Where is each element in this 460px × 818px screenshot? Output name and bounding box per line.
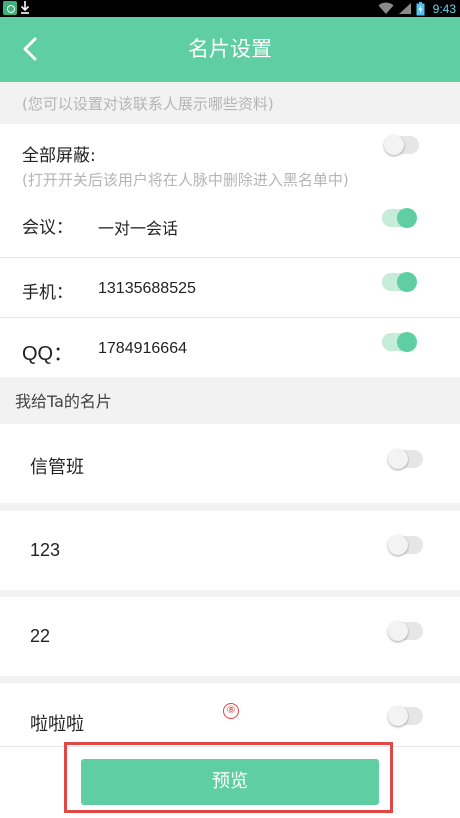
block-all-switch[interactable] [384,135,419,155]
annotation-marker: ⑧ [223,703,239,719]
card-row[interactable]: 123 [0,511,460,590]
phone-value: 13135688525 [98,280,196,297]
preview-button[interactable]: 预览 [81,759,379,805]
card-switch[interactable] [388,535,423,555]
divider [0,746,460,747]
signal-icon [398,3,411,14]
card-label: 22 [30,626,51,646]
page-title: 名片设置 [188,38,272,61]
card-label: 啦啦啦 [30,714,84,734]
qq-value: 1784916664 [98,340,187,357]
card-switch[interactable] [388,621,423,641]
block-all-label: 全部屏蔽: [22,146,96,166]
wifi-icon [378,2,394,14]
status-bar: 9:43 [0,0,460,17]
battery-icon [416,1,425,15]
phone-row: 手机： 13135688525 [0,258,460,317]
qq-label: QQ： [22,343,74,365]
qq-switch[interactable] [382,332,417,352]
card-switch[interactable] [388,706,423,726]
privacy-hint: (您可以设置对该联系人展示哪些资料) [22,95,274,113]
phone-label: 手机： [22,283,73,303]
meeting-value: 一对一会话 [98,221,179,238]
card-switch[interactable] [388,449,423,469]
title-bar: 名片设置 [0,17,460,82]
app-icon [3,1,17,15]
card-row[interactable]: 信管班 [0,424,460,503]
meeting-row: 会议： 一对一会话 [0,198,460,257]
block-all-hint: (打开开关后该用户将在人脉中删除进入黑名单中) [22,171,349,189]
card-label: 123 [30,540,61,560]
cards-section-title: 我给Ta的名片 [15,392,112,411]
clock: 9:43 [432,1,456,16]
back-button[interactable] [10,29,50,69]
meeting-switch[interactable] [382,208,417,228]
download-icon [20,1,30,14]
card-row[interactable]: 22 [0,597,460,676]
card-label: 信管班 [30,457,84,477]
chevron-left-icon [23,37,37,61]
block-all-row: 全部屏蔽: (打开开关后该用户将在人脉中删除进入黑名单中) [0,124,460,198]
phone-switch[interactable] [382,272,417,292]
meeting-label: 会议： [22,218,73,238]
qq-row: QQ： 1784916664 [0,318,460,377]
